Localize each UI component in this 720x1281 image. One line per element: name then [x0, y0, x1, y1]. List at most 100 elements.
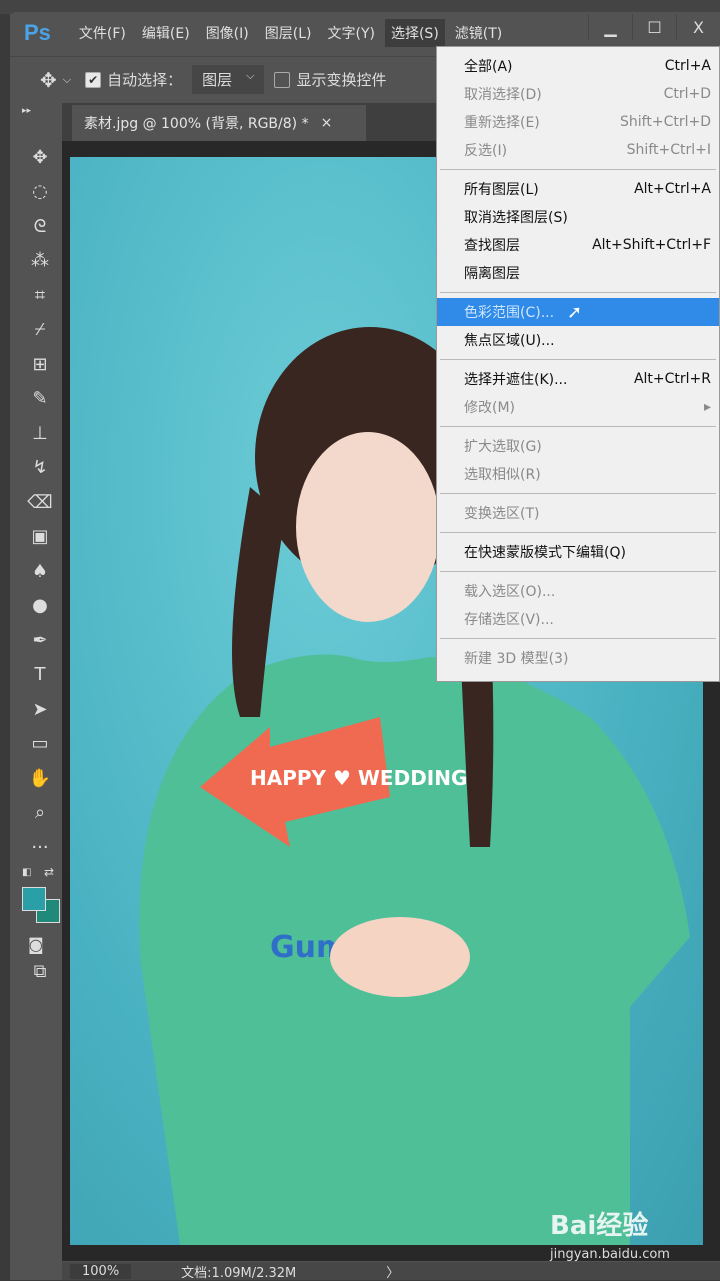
menu-item[interactable]: 所有图层(L) Alt+Ctrl+A — [437, 175, 719, 203]
menu-item[interactable]: 色彩范围(C)... ➚ — [437, 298, 719, 326]
menu-separator — [440, 532, 716, 533]
quick-mask-icon[interactable]: ◙ — [28, 935, 44, 954]
blur-tool-icon[interactable]: ♠ — [18, 554, 62, 589]
crop-tool-icon[interactable]: ⌗ — [18, 278, 62, 313]
menu-item[interactable]: 在快速蒙版模式下编辑(Q) — [437, 538, 719, 566]
menu-item[interactable]: 扩大选取(G) — [437, 432, 719, 460]
menu-3[interactable]: 图层(L) — [259, 19, 318, 47]
color-swatches[interactable]: ◧ ⇄ ◙ — [18, 865, 62, 955]
menu-item[interactable]: 选取相似(R) — [437, 460, 719, 488]
menu-item-label: 新建 3D 模型(3) — [464, 651, 569, 667]
menu-item-shortcut: Alt+Ctrl+A — [634, 181, 711, 197]
close-tab-icon[interactable]: × — [321, 115, 333, 131]
menu-item-shortcut: Ctrl+D — [663, 86, 711, 102]
status-menu-arrow[interactable]: 〉 — [386, 1262, 399, 1281]
auto-select-checkbox[interactable]: ✔ — [85, 71, 102, 88]
zoom-level[interactable]: 100% — [70, 1263, 132, 1279]
menu-item[interactable]: 焦点区域(U)... — [437, 326, 719, 354]
gradient-tool-icon[interactable]: ▣ — [18, 520, 62, 555]
menu-item[interactable]: 隔离图层 — [437, 259, 719, 287]
menu-separator — [440, 292, 716, 293]
menu-1[interactable]: 编辑(E) — [136, 19, 196, 47]
screen-mode-icon[interactable]: ⧉ — [18, 955, 62, 990]
menu-item-label: 重新选择(E) — [464, 115, 540, 131]
magic-wand-tool-icon[interactable]: ⁂ — [18, 244, 62, 279]
healing-tool-icon[interactable]: ⊞ — [18, 347, 62, 382]
auto-select-target-dropdown[interactable]: 图层 ⌵ — [192, 65, 265, 94]
path-select-tool-icon[interactable]: ➤ — [18, 692, 62, 727]
document-title: 素材.jpg @ 100% (背景, RGB/8) * — [84, 116, 309, 132]
move-tool-icon[interactable]: ✥ — [18, 140, 62, 175]
menu-item[interactable]: 重新选择(E) Shift+Ctrl+D — [437, 108, 719, 136]
menu-item[interactable]: 全部(A) Ctrl+A — [437, 52, 719, 80]
menu-item-label: 在快速蒙版模式下编辑(Q) — [464, 545, 626, 561]
menu-item-label: 存储选区(V)... — [464, 612, 554, 628]
menu-item[interactable]: 新建 3D 模型(3) — [437, 644, 719, 672]
tools-panel: ▸▸ ✥ ◌ ᘓ ⁂ ⌗ ⌿ ⊞ ✎ ⊥ ↯ ⌫ ▣ ♠ ● ✒ T ➤ ▭ ✋ ⌕ ··· ◧ ⇄ ◙ ⧉ — [18, 104, 62, 1014]
marquee-tool-icon[interactable]: ◌ — [18, 175, 62, 210]
watermark-url: jingyan.baidu.com — [550, 1247, 670, 1262]
menu-item-label: 修改(M) — [464, 400, 516, 416]
menu-separator — [440, 493, 716, 494]
lasso-tool-icon[interactable]: ᘓ — [18, 209, 62, 244]
brush-tool-icon[interactable]: ✎ — [18, 382, 62, 417]
menu-item-label: 变换选区(T) — [464, 506, 540, 522]
sign-text: HAPPY ♥ WEDDING — [250, 766, 467, 790]
dropdown-value: 图层 — [202, 71, 233, 89]
menu-4[interactable]: 文字(Y) — [321, 19, 380, 47]
default-colors-icon[interactable]: ◧ — [22, 867, 31, 878]
hand-tool-icon[interactable]: ✋ — [18, 761, 62, 796]
stamp-tool-icon[interactable]: ⊥ — [18, 416, 62, 451]
menu-2[interactable]: 图像(I) — [200, 19, 255, 47]
status-bar: 100% 文档:1.09M/2.32M 〉 — [62, 1262, 720, 1281]
close-button[interactable]: X — [676, 14, 720, 40]
minimize-button[interactable]: ▁ — [588, 14, 632, 40]
show-transform-label: 显示变换控件 — [296, 71, 387, 89]
eyedropper-tool-icon[interactable]: ⌿ — [18, 313, 62, 348]
menu-item[interactable]: 变换选区(T) — [437, 499, 719, 527]
menu-item-label: 选择并遮住(K)... — [464, 372, 568, 388]
show-transform-checkbox[interactable] — [274, 71, 291, 88]
doc-info: 文档:1.09M/2.32M — [181, 1265, 297, 1281]
chevron-down-icon[interactable]: ⌵ — [63, 73, 71, 87]
menu-item[interactable]: 取消选择(D) Ctrl+D — [437, 80, 719, 108]
menu-item[interactable]: 存储选区(V)... — [437, 605, 719, 633]
rectangle-tool-icon[interactable]: ▭ — [18, 727, 62, 762]
menu-item[interactable]: 选择并遮住(K)... Alt+Ctrl+R — [437, 365, 719, 393]
menu-5[interactable]: 选择(S) — [384, 19, 445, 47]
swap-colors-icon[interactable]: ⇄ — [44, 865, 54, 879]
menu-item-label: 所有图层(L) — [464, 182, 539, 198]
menu-item-shortcut: Ctrl+A — [664, 58, 711, 74]
more-tool-icon[interactable]: ··· — [18, 830, 62, 865]
move-tool-icon[interactable]: ✥ — [40, 68, 57, 92]
dodge-tool-icon[interactable]: ● — [18, 589, 62, 624]
auto-select-label: 自动选择： — [107, 71, 183, 89]
menu-separator — [440, 638, 716, 639]
menu-item-shortcut: Alt+Shift+Ctrl+F — [592, 237, 711, 253]
menu-item[interactable]: 查找图层 Alt+Shift+Ctrl+F — [437, 231, 719, 259]
history-brush-tool-icon[interactable]: ↯ — [18, 451, 62, 486]
select-menu-dropdown: 全部(A) Ctrl+A 取消选择(D) Ctrl+D 重新选择(E) Shift+Ctr… — [436, 46, 720, 682]
menu-item-label: 载入选区(O)... — [464, 584, 556, 600]
collapse-icon[interactable]: ▸▸ — [18, 104, 62, 140]
baidu-watermark: Bai经验 — [550, 1211, 649, 1241]
cursor-icon: ➚ — [567, 301, 583, 323]
document-tab[interactable]: 素材.jpg @ 100% (背景, RGB/8) * × — [72, 105, 366, 141]
face — [296, 432, 440, 622]
menu-item-label: 全部(A) — [464, 59, 513, 75]
menu-item[interactable]: 修改(M) ▸ — [437, 393, 719, 421]
maximize-button[interactable]: ☐ — [632, 14, 676, 40]
type-tool-icon[interactable]: T — [18, 658, 62, 693]
ps-logo: Ps — [24, 20, 51, 45]
menu-separator — [440, 426, 716, 427]
menu-item-label: 隔离图层 — [464, 266, 520, 282]
menu-0[interactable]: 文件(F) — [73, 19, 132, 47]
menu-item[interactable]: 载入选区(O)... — [437, 577, 719, 605]
menu-item[interactable]: 取消选择图层(S) — [437, 203, 719, 231]
foreground-color-swatch[interactable] — [22, 886, 46, 911]
zoom-tool-icon[interactable]: ⌕ — [18, 796, 62, 831]
menu-6[interactable]: 滤镜(T) — [449, 19, 508, 47]
eraser-tool-icon[interactable]: ⌫ — [18, 485, 62, 520]
menu-item[interactable]: 反选(I) Shift+Ctrl+I — [437, 136, 719, 164]
pen-tool-icon[interactable]: ✒ — [18, 623, 62, 658]
